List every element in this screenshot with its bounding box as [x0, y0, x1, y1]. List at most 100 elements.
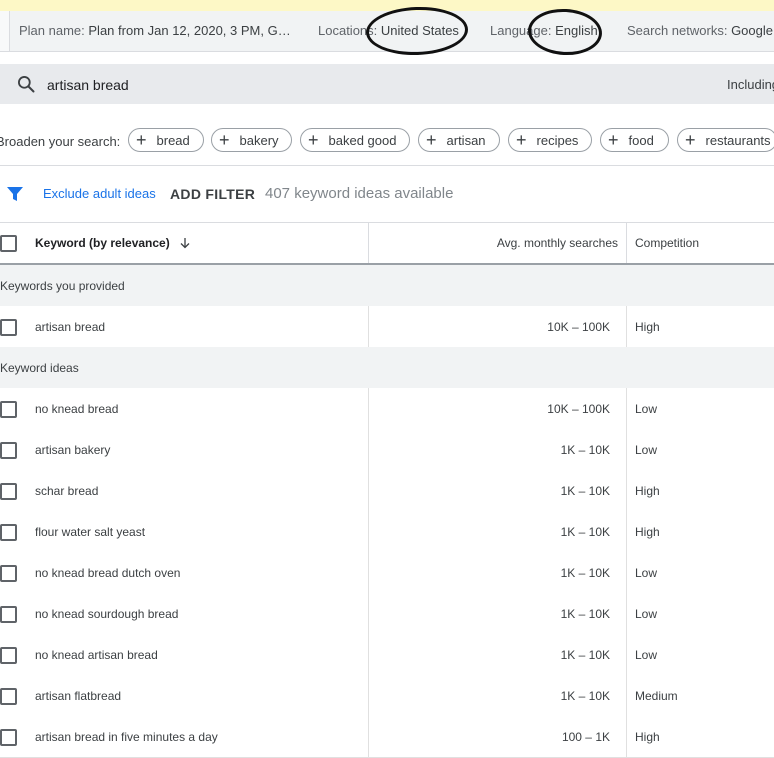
- table-row[interactable]: schar bread 1K – 10K High: [0, 470, 774, 512]
- avg-searches-cell: 1K – 10K: [560, 689, 610, 703]
- table-row[interactable]: artisan bread 10K – 100K High: [0, 306, 774, 348]
- row-checkbox[interactable]: [0, 524, 17, 541]
- chip-label: restaurants: [705, 132, 771, 148]
- row-checkbox[interactable]: [0, 442, 17, 459]
- keyword-cell: no knead bread dutch oven: [35, 566, 181, 580]
- competition-cell: Medium: [635, 689, 678, 703]
- row-checkbox[interactable]: [0, 565, 17, 582]
- avg-searches-cell: 1K – 10K: [560, 525, 610, 539]
- column-divider: [368, 306, 369, 347]
- including-text: Including: [727, 77, 774, 92]
- select-all-checkbox[interactable]: [0, 235, 17, 252]
- column-divider: [368, 388, 369, 429]
- plan-overview-bar: Plan name: Plan from Jan 12, 2020, 3 PM,…: [0, 11, 774, 52]
- table-row[interactable]: no knead bread dutch oven 1K – 10K Low: [0, 552, 774, 594]
- language-value: English: [555, 23, 598, 38]
- filter-row: Exclude adult ideas ADD FILTER 407 keywo…: [0, 181, 774, 209]
- column-divider: [368, 552, 369, 593]
- row-checkbox[interactable]: [0, 729, 17, 746]
- row-checkbox[interactable]: [0, 401, 17, 418]
- language-label: Language:: [490, 23, 552, 38]
- keyword-search-bar[interactable]: artisan bread Including: [0, 64, 774, 104]
- column-divider: [368, 716, 369, 757]
- locations-setting[interactable]: Locations: United States: [318, 23, 459, 38]
- competition-cell: High: [635, 730, 660, 744]
- column-divider: [626, 429, 627, 470]
- search-icon: [18, 76, 35, 93]
- column-divider: [368, 675, 369, 716]
- plan-name[interactable]: Plan name: Plan from Jan 12, 2020, 3 PM,…: [19, 23, 291, 38]
- competition-cell: High: [635, 525, 660, 539]
- keyword-cell: artisan bread in five minutes a day: [35, 730, 218, 744]
- avg-searches-cell: 1K – 10K: [560, 607, 610, 621]
- header-keyword[interactable]: Keyword (by relevance): [35, 236, 191, 250]
- row-checkbox[interactable]: [0, 688, 17, 705]
- column-divider: [626, 634, 627, 675]
- plan-name-value: Plan from Jan 12, 2020, 3 PM, G…: [88, 23, 291, 38]
- chip-food[interactable]: + food: [600, 128, 669, 152]
- column-divider: [368, 511, 369, 552]
- chip-bread[interactable]: + bread: [128, 128, 204, 152]
- locations-label: Locations:: [318, 23, 378, 38]
- keyword-cell: no knead artisan bread: [35, 648, 158, 662]
- chip-bakery[interactable]: + bakery: [211, 128, 292, 152]
- row-checkbox[interactable]: [0, 606, 17, 623]
- keyword-cell: artisan bread: [35, 320, 106, 334]
- table-row[interactable]: artisan flatbread 1K – 10K Medium: [0, 675, 774, 717]
- table-row[interactable]: no knead bread 10K – 100K Low: [0, 388, 774, 430]
- keyword-cell: artisan flatbread: [35, 689, 122, 703]
- keyword-ideas-count: 407 keyword ideas available: [265, 185, 454, 202]
- add-filter-button[interactable]: ADD FILTER: [170, 186, 255, 202]
- broaden-search-row: Broaden your search: + bread + bakery + bak…: [0, 126, 774, 158]
- keyword-cell: schar bread: [35, 484, 99, 498]
- avg-searches-cell: 1K – 10K: [560, 566, 610, 580]
- chip-label: bread: [156, 132, 190, 148]
- header-avg-monthly-searches[interactable]: Avg. monthly searches: [497, 236, 618, 250]
- chip-label: recipes: [536, 132, 579, 148]
- row-checkbox[interactable]: [0, 319, 17, 336]
- table-row[interactable]: artisan bakery 1K – 10K Low: [0, 429, 774, 471]
- plus-icon: +: [608, 130, 619, 150]
- competition-cell: Low: [635, 566, 658, 580]
- chip-label: bakery: [239, 132, 279, 148]
- top-highlight-strip: [0, 0, 774, 11]
- header-competition[interactable]: Competition: [635, 236, 699, 250]
- search-networks-setting[interactable]: Search networks: Google: [627, 23, 773, 38]
- column-divider: [626, 511, 627, 552]
- table-row[interactable]: no knead artisan bread 1K – 10K Low: [0, 634, 774, 676]
- chip-label: baked good: [328, 132, 397, 148]
- plan-name-label: Plan name:: [19, 23, 85, 38]
- filter-icon[interactable]: [6, 186, 24, 202]
- column-divider: [368, 634, 369, 675]
- locations-value: United States: [380, 23, 459, 38]
- chip-artisan[interactable]: + artisan: [418, 128, 500, 152]
- competition-cell: Low: [635, 402, 658, 416]
- language-setting[interactable]: Language: English: [490, 23, 598, 38]
- chip-restaurants[interactable]: + restaurants: [677, 128, 774, 152]
- table-row[interactable]: flour water salt yeast 1K – 10K High: [0, 511, 774, 553]
- row-checkbox[interactable]: [0, 483, 17, 500]
- keyword-cell: artisan bakery: [35, 443, 111, 457]
- column-divider: [368, 593, 369, 634]
- chip-baked-good[interactable]: + baked good: [300, 128, 410, 152]
- row-checkbox[interactable]: [0, 647, 17, 664]
- exclude-adult-ideas-link[interactable]: Exclude adult ideas: [43, 186, 156, 201]
- column-divider: [368, 429, 369, 470]
- competition-cell: Low: [635, 648, 658, 662]
- avg-searches-cell: 10K – 100K: [547, 320, 610, 334]
- competition-cell: Low: [635, 607, 658, 621]
- keyword-cell: no knead bread: [35, 402, 119, 416]
- table-row[interactable]: no knead sourdough bread 1K – 10K Low: [0, 593, 774, 635]
- divider: [0, 165, 774, 166]
- table-header: Keyword (by relevance) Avg. monthly sear…: [0, 223, 774, 265]
- plus-icon: +: [516, 130, 527, 150]
- table-row[interactable]: artisan bread in five minutes a day 100 –…: [0, 716, 774, 758]
- search-networks-label: Search networks:: [627, 23, 728, 38]
- column-divider: [368, 223, 369, 263]
- chip-recipes[interactable]: + recipes: [508, 128, 592, 152]
- avg-searches-cell: 1K – 10K: [560, 443, 610, 457]
- column-divider: [626, 716, 627, 757]
- plus-icon: +: [219, 130, 230, 150]
- group-header-ideas: Keyword ideas: [0, 347, 774, 389]
- plan-bar-edge: [0, 11, 10, 51]
